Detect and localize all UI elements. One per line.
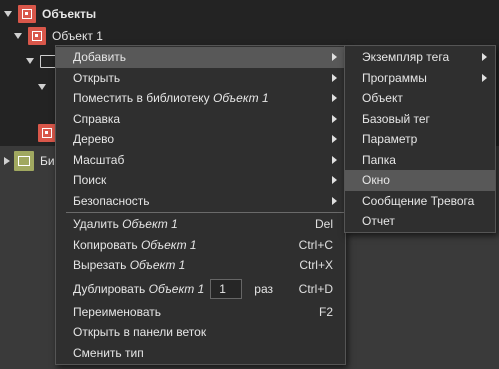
add-submenu: Экземпляр тега Программы Объект Базовый … bbox=[344, 45, 496, 233]
submenu-item-label: Отчет bbox=[362, 214, 395, 229]
menu-item-open[interactable]: Открыть bbox=[56, 68, 345, 89]
submenu-item-label: Программы bbox=[362, 70, 427, 85]
menu-separator bbox=[66, 212, 345, 213]
chevron-right-icon bbox=[332, 176, 337, 184]
chevron-down-icon[interactable] bbox=[26, 58, 34, 64]
folder-icon bbox=[40, 54, 56, 68]
submenu-item-label: Параметр bbox=[362, 132, 418, 147]
menu-item-label: Дублировать bbox=[73, 281, 149, 296]
menu-item-cut[interactable]: Вырезать Объект 1 Ctrl+X bbox=[56, 255, 345, 276]
submenu-item-label: Папка bbox=[362, 152, 396, 167]
chevron-right-icon[interactable] bbox=[4, 157, 10, 165]
submenu-item-report[interactable]: Отчет bbox=[345, 211, 495, 232]
menu-item-open-in-branch-panel[interactable]: Открыть в панели веток bbox=[56, 322, 345, 343]
menu-item-scale[interactable]: Масштаб bbox=[56, 150, 345, 171]
submenu-item-label: Объект bbox=[362, 91, 403, 106]
chevron-right-icon bbox=[332, 114, 337, 123]
duplicate-count-input[interactable]: 1 bbox=[210, 278, 243, 299]
library-icon bbox=[14, 151, 34, 171]
menu-item-label: Открыть bbox=[73, 70, 121, 85]
menu-item-help[interactable]: Справка bbox=[56, 109, 345, 130]
menu-item-search[interactable]: Поиск bbox=[56, 170, 345, 191]
chevron-down-icon[interactable] bbox=[4, 11, 12, 17]
menu-shortcut: Ctrl+D bbox=[298, 281, 333, 296]
menu-item-object-name: Объект 1 bbox=[148, 281, 205, 296]
tree-library-row[interactable]: Би bbox=[4, 150, 55, 172]
chevron-right-icon bbox=[332, 53, 337, 61]
object-icon bbox=[18, 5, 36, 23]
submenu-item-programs[interactable]: Программы bbox=[345, 68, 495, 89]
tree-nested-row[interactable] bbox=[38, 76, 46, 98]
menu-item-add[interactable]: Добавить bbox=[56, 47, 345, 68]
tree-root-row[interactable]: Объекты bbox=[4, 3, 96, 25]
submenu-item-label: Сообщение Тревога bbox=[362, 193, 475, 208]
tree-child-label: Объект 1 bbox=[52, 29, 103, 43]
submenu-item-label: Окно bbox=[362, 173, 390, 188]
menu-item-label: Справка bbox=[73, 111, 121, 126]
menu-item-object-name: Объект 1 bbox=[129, 258, 186, 273]
chevron-right-icon bbox=[332, 155, 337, 164]
menu-item-label: Сменить тип bbox=[73, 345, 144, 360]
menu-item-label: Масштаб bbox=[73, 152, 125, 167]
menu-item-label: Безопасность bbox=[73, 193, 150, 208]
tree-root-label: Объекты bbox=[42, 7, 97, 21]
object-icon bbox=[38, 124, 56, 142]
tree-child-row[interactable]: Объект 1 bbox=[14, 25, 103, 47]
submenu-item-window[interactable]: Окно bbox=[345, 170, 495, 191]
menu-item-change-type[interactable]: Сменить тип bbox=[56, 343, 345, 364]
submenu-item-base-tag[interactable]: Базовый тег bbox=[345, 109, 495, 130]
menu-shortcut: Del bbox=[314, 217, 333, 231]
submenu-item-label: Экземпляр тега bbox=[362, 50, 450, 65]
chevron-right-icon bbox=[482, 53, 487, 61]
submenu-item-object[interactable]: Объект bbox=[345, 88, 495, 109]
tree-library-label: Би bbox=[40, 154, 55, 168]
submenu-item-label: Базовый тег bbox=[362, 111, 430, 126]
menu-item-object-name: Объект 1 bbox=[213, 91, 269, 106]
object-icon bbox=[28, 27, 46, 45]
menu-item-object-name: Объект 1 bbox=[140, 237, 197, 252]
app-root: Объекты Объект 1 Би Добавить Открыть Пом… bbox=[0, 0, 499, 369]
menu-shortcut: Ctrl+C bbox=[298, 237, 333, 252]
chevron-right-icon bbox=[332, 135, 337, 143]
menu-item-security[interactable]: Безопасность bbox=[56, 191, 345, 212]
submenu-item-folder[interactable]: Папка bbox=[345, 150, 495, 171]
menu-shortcut: Ctrl+X bbox=[299, 258, 333, 272]
menu-item-label: Открыть в панели веток bbox=[73, 325, 207, 340]
menu-item-label: Поиск bbox=[73, 173, 107, 188]
submenu-item-alarm-message[interactable]: Сообщение Тревога bbox=[345, 191, 495, 212]
menu-item-label: Переименовать bbox=[73, 304, 161, 319]
chevron-right-icon bbox=[482, 73, 487, 82]
menu-shortcut: F2 bbox=[318, 304, 333, 319]
menu-item-delete[interactable]: Удалить Объект 1 Del bbox=[56, 214, 345, 235]
duplicate-unit-label: раз bbox=[254, 281, 273, 296]
chevron-right-icon bbox=[332, 94, 337, 102]
menu-item-rename[interactable]: Переименовать F2 bbox=[56, 302, 345, 323]
chevron-down-icon[interactable] bbox=[38, 84, 46, 90]
menu-item-duplicate[interactable]: Дублировать Объект 1 1 раз Ctrl+D bbox=[56, 276, 345, 302]
tree-folder-row[interactable] bbox=[26, 50, 56, 72]
chevron-right-icon bbox=[332, 73, 337, 82]
tree-nested-object-row[interactable] bbox=[38, 122, 56, 144]
menu-item-label: Удалить bbox=[73, 217, 123, 232]
context-menu: Добавить Открыть Поместить в библиотеку … bbox=[55, 45, 346, 365]
menu-item-label: Копировать bbox=[73, 237, 141, 252]
chevron-down-icon[interactable] bbox=[14, 33, 22, 39]
menu-item-copy[interactable]: Копировать Объект 1 Ctrl+C bbox=[56, 235, 345, 256]
menu-item-put-in-library[interactable]: Поместить в библиотеку Объект 1 bbox=[56, 88, 345, 109]
menu-item-label: Добавить bbox=[73, 50, 127, 65]
menu-item-label: Вырезать bbox=[73, 258, 130, 273]
submenu-item-parameter[interactable]: Параметр bbox=[345, 129, 495, 150]
menu-item-label: Дерево bbox=[73, 132, 115, 147]
menu-item-tree[interactable]: Дерево bbox=[56, 129, 345, 150]
submenu-item-tag-instance[interactable]: Экземпляр тега bbox=[345, 47, 495, 68]
chevron-right-icon bbox=[332, 196, 337, 205]
menu-item-label: Поместить в библиотеку bbox=[73, 91, 213, 106]
menu-item-object-name: Объект 1 bbox=[122, 217, 178, 232]
